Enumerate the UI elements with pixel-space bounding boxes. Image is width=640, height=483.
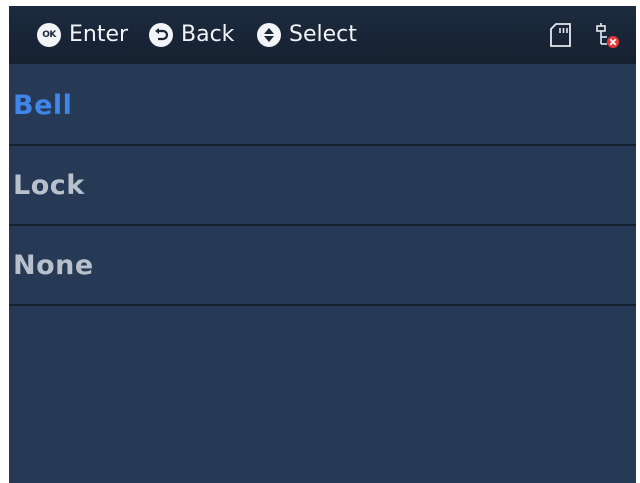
menu-item-label: None [13,249,94,281]
back-hint-label: Back [181,22,235,47]
menu-item-label: Bell [13,89,73,121]
menu-item-label: Lock [13,169,85,201]
enter-hint-label: Enter [69,22,129,47]
menu-item-none[interactable]: None [9,226,636,306]
ok-icon: OK [37,23,61,47]
up-down-icon [257,23,281,47]
top-bar: OK Enter Back Select [9,6,636,64]
sd-card-icon [550,23,571,47]
device-screen: OK Enter Back Select Bell Lock None [9,6,636,483]
select-hint: Select [257,6,357,64]
back-hint: Back [149,6,234,64]
back-icon [149,23,173,47]
menu-item-lock[interactable]: Lock [9,146,636,226]
menu-item-bell[interactable]: Bell [9,66,636,146]
network-disconnected-icon [596,23,619,48]
select-hint-label: Select [289,22,357,47]
enter-hint: OK Enter [37,6,128,64]
